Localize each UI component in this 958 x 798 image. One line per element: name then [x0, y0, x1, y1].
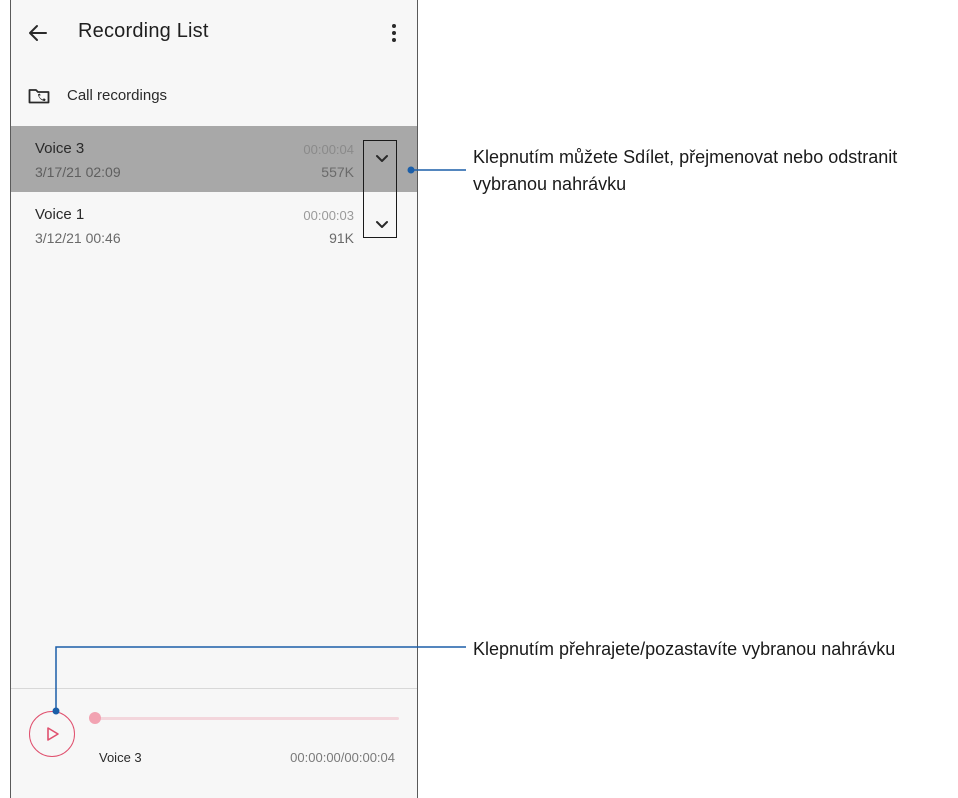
recording-date: 3/12/21 00:46 [35, 230, 121, 246]
more-vert-icon [392, 24, 396, 42]
recording-size: 557K [321, 164, 354, 180]
recording-date: 3/17/21 02:09 [35, 164, 121, 180]
player-time: 00:00:00/00:00:04 [290, 750, 395, 765]
player-recording-name: Voice 3 [99, 750, 142, 765]
recording-duration: 00:00:04 [303, 142, 354, 157]
arrow-left-icon [29, 25, 47, 41]
app-bar: Recording List [11, 0, 417, 68]
play-icon [47, 727, 59, 741]
callout-play-text: Klepnutím přehrajete/pozastavíte vybrano… [473, 639, 896, 659]
page-title: Recording List [78, 20, 209, 42]
phone-screen: Recording List Call recordings Voice 3 3… [10, 0, 418, 798]
back-button[interactable] [25, 20, 51, 46]
play-button[interactable] [29, 711, 75, 757]
recording-duration: 00:00:03 [303, 208, 354, 223]
callout-expand-text: Klepnutím můžete Sdílet, přejmenovat neb… [473, 147, 898, 194]
folder-call-icon [27, 84, 51, 108]
call-recordings-label: Call recordings [67, 87, 168, 104]
progress-track[interactable] [89, 712, 399, 724]
progress-thumb[interactable] [89, 712, 101, 724]
recording-size: 91K [329, 230, 354, 246]
recording-row-voice-1[interactable]: Voice 1 3/12/21 00:46 00:00:03 91K [11, 192, 417, 258]
player-bar: Voice 3 00:00:00/00:00:04 [11, 688, 417, 798]
more-options-button[interactable] [381, 20, 407, 46]
call-recordings-folder[interactable]: Call recordings [11, 72, 417, 120]
recording-row-voice-3[interactable]: Voice 3 3/17/21 02:09 00:00:04 557K [11, 126, 417, 192]
expand-buttons-highlight [363, 140, 397, 238]
recording-name: Voice 1 [35, 206, 85, 223]
screenshot-stage: Recording List Call recordings Voice 3 3… [0, 0, 958, 798]
recording-name: Voice 3 [35, 140, 85, 157]
